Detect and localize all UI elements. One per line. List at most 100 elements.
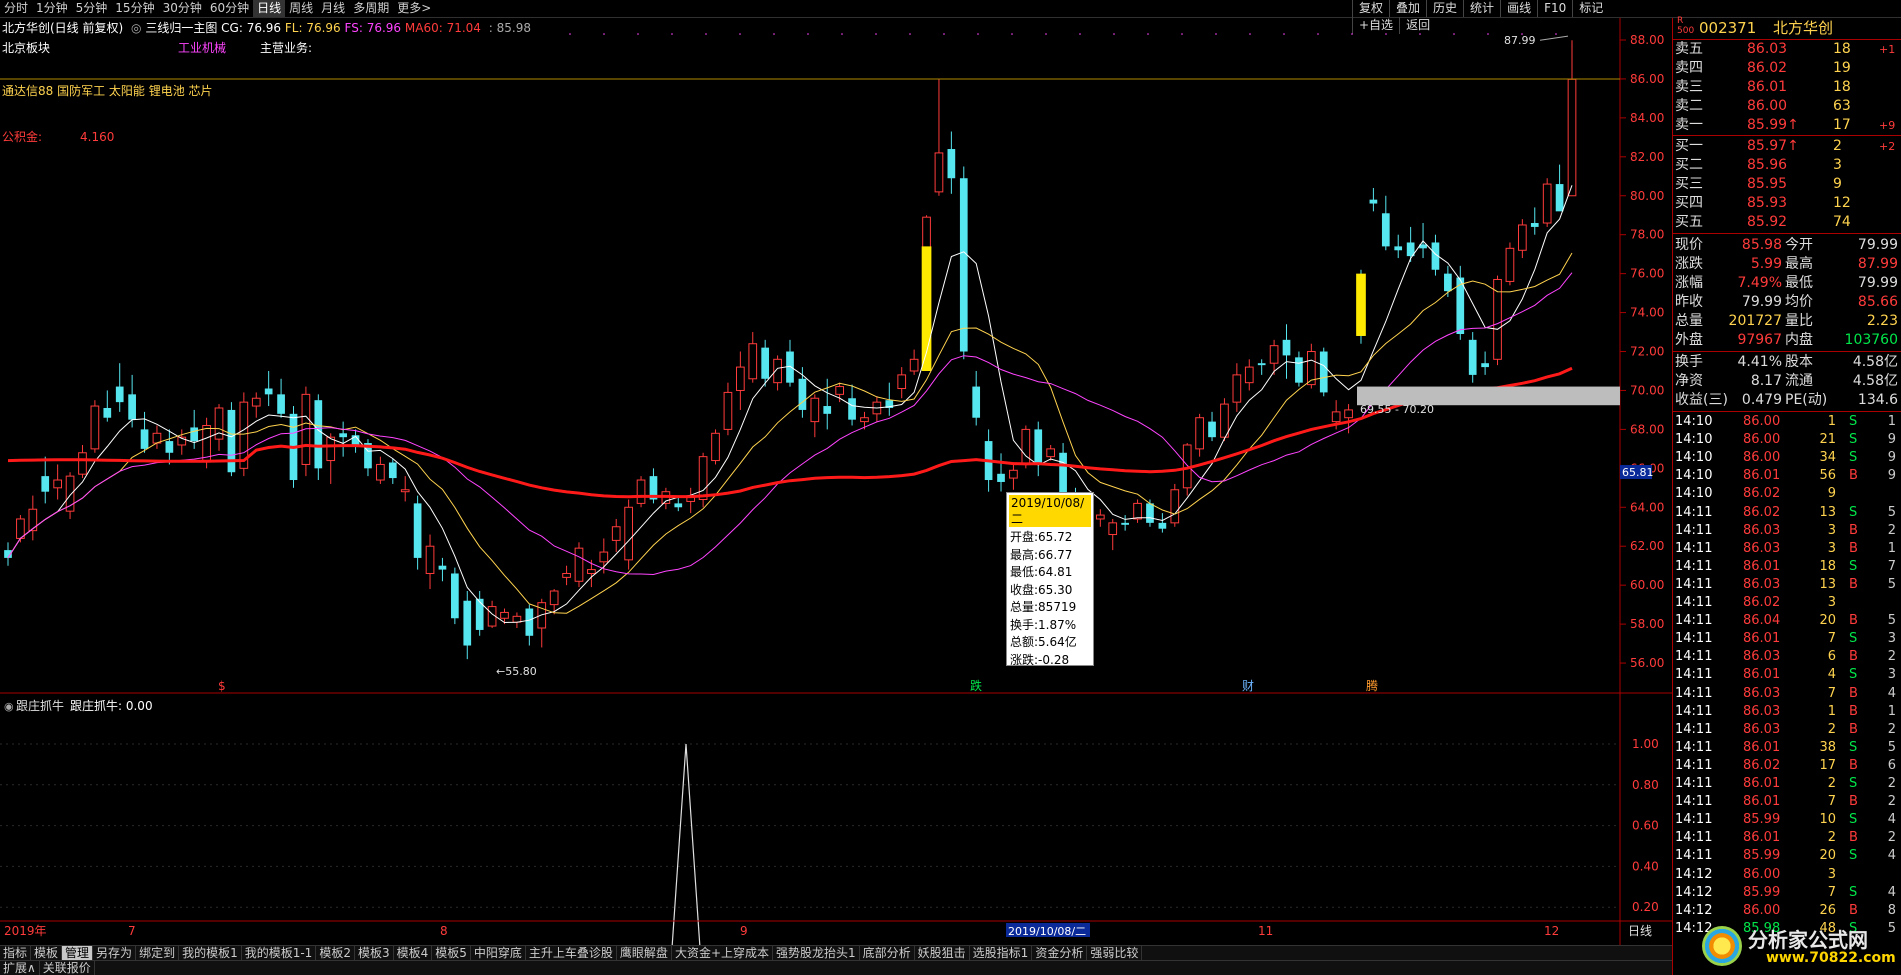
- timeframe-8[interactable]: 月线: [317, 0, 349, 17]
- tick-row: 14:11 86.02 13 S 5: [1673, 504, 1901, 522]
- tick-volume: 3: [1827, 540, 1836, 556]
- event-marker[interactable]: 跌: [970, 678, 982, 693]
- template-tab-20[interactable]: 强弱比较: [1087, 946, 1143, 960]
- template-tab-4[interactable]: 绑定到: [136, 946, 180, 960]
- price-tick-label: 60.00: [1630, 578, 1664, 592]
- candles: [4, 40, 1577, 660]
- template-tab-3[interactable]: 另存为: [93, 946, 137, 960]
- sub-collapse-icon[interactable]: ◉: [4, 700, 14, 713]
- template-tab-2[interactable]: 管理: [62, 946, 94, 960]
- sub-signal-line: [671, 743, 701, 945]
- stat-value: 79.99: [1857, 275, 1898, 291]
- logo-text: 分析家公式网: [1748, 928, 1868, 952]
- tick-side: B: [1849, 757, 1858, 773]
- candle-body: [686, 497, 696, 502]
- stat-label: 最低: [1785, 275, 1813, 291]
- tool-button-0[interactable]: 复权: [1352, 0, 1389, 17]
- candle-body: [264, 388, 273, 395]
- tick-side: B: [1849, 685, 1858, 701]
- tool-button-4[interactable]: 画线: [1500, 0, 1537, 17]
- marker-dot: [1079, 33, 1081, 35]
- status-tab-1[interactable]: 关联报价: [40, 961, 95, 975]
- ask-price: 86.03: [1747, 41, 1788, 57]
- marker-dot: [1385, 33, 1387, 35]
- timeframe-9[interactable]: 多周期: [349, 0, 393, 17]
- stat-label: 换手: [1675, 354, 1703, 370]
- template-tab-13[interactable]: 鹰眼解盘: [617, 946, 672, 960]
- timeframe-2[interactable]: 5分钟: [72, 0, 112, 17]
- marker-dot: [1351, 33, 1353, 35]
- candle-body: [251, 397, 261, 407]
- ask-label: 卖三: [1675, 79, 1703, 95]
- timeframe-6[interactable]: 日线: [253, 0, 286, 17]
- tool-button-2[interactable]: 历史: [1426, 0, 1463, 17]
- tick-volume: 18: [1819, 558, 1836, 574]
- tick-time: 14:11: [1675, 576, 1713, 592]
- template-tab-1[interactable]: 模板: [31, 946, 63, 960]
- candle-body: [599, 551, 609, 563]
- template-tab-10[interactable]: 模板5: [432, 946, 471, 960]
- tool-button-3[interactable]: 统计: [1463, 0, 1500, 17]
- template-tab-9[interactable]: 模板4: [394, 946, 433, 960]
- timeframe-5[interactable]: 60分钟: [206, 0, 253, 17]
- timeframe-7[interactable]: 周线: [285, 0, 317, 17]
- bid-label: 买三: [1675, 176, 1703, 192]
- template-tab-18[interactable]: 选股指标1: [970, 946, 1033, 960]
- tick-volume: 20: [1819, 613, 1836, 629]
- bid-volume: 9: [1833, 176, 1842, 192]
- timeframe-3[interactable]: 15分钟: [111, 0, 158, 17]
- template-tab-7[interactable]: 模板2: [316, 946, 355, 960]
- stat-label: 涨跌: [1675, 256, 1703, 272]
- template-tab-16[interactable]: 底部分析: [860, 946, 915, 960]
- timeframe-10[interactable]: 更多>: [393, 0, 435, 17]
- timeframe-4[interactable]: 30分钟: [159, 0, 206, 17]
- template-tab-12[interactable]: 主升上车叠诊股: [526, 946, 617, 960]
- ask-row: 卖四 86.02 19: [1673, 59, 1901, 78]
- template-tab-0[interactable]: 指标: [0, 946, 32, 960]
- tick-time: 14:11: [1675, 848, 1713, 864]
- candle-body: [972, 386, 981, 418]
- template-tab-15[interactable]: 强势股龙抬头1: [773, 946, 860, 960]
- marker-dot: [943, 33, 945, 35]
- template-tab-8[interactable]: 模板3: [355, 946, 394, 960]
- stat-label: 今开: [1785, 237, 1813, 253]
- tick-price: 86.03: [1743, 685, 1781, 701]
- tick-count: 4: [1887, 812, 1896, 828]
- date-tick-label: 12: [1544, 924, 1559, 938]
- candle-body: [1009, 469, 1018, 479]
- template-tab-6[interactable]: 我的模板1-1: [242, 946, 317, 960]
- timeframe-0[interactable]: 分时: [0, 0, 32, 17]
- candle-body: [525, 608, 534, 636]
- template-tab-17[interactable]: 妖股狙击: [915, 946, 970, 960]
- tick-volume: 13: [1819, 504, 1836, 520]
- period-label[interactable]: 日线: [1628, 924, 1652, 938]
- event-marker[interactable]: 财: [1242, 679, 1254, 693]
- template-tab-11[interactable]: 中阳穿底: [471, 946, 526, 960]
- tool-button-1[interactable]: 叠加: [1389, 0, 1426, 17]
- tick-time: 14:10: [1675, 450, 1713, 466]
- marker-dot: [603, 33, 605, 35]
- stat-row: 净资 8.17 流通 4.58亿: [1673, 372, 1901, 391]
- tick-price: 85.99: [1743, 848, 1781, 864]
- stat-value: 201727: [1728, 313, 1782, 329]
- tick-side: S: [1849, 667, 1858, 683]
- bid-label: 买五: [1675, 214, 1703, 230]
- bid-row: 买四 85.93 12: [1673, 194, 1901, 213]
- candle-body: [848, 398, 856, 420]
- template-tab-5[interactable]: 我的模板1: [179, 946, 242, 960]
- timeframe-1[interactable]: 1分钟: [32, 0, 72, 17]
- tick-time: 14:11: [1675, 794, 1713, 810]
- status-tab-0[interactable]: 扩展∧: [0, 961, 40, 975]
- template-tab-19[interactable]: 资金分析: [1032, 946, 1088, 960]
- tool-button-6[interactable]: 标记: [1572, 0, 1609, 17]
- event-marker[interactable]: $: [218, 679, 226, 693]
- sub-indicator-name[interactable]: 跟庄抓牛: [16, 698, 64, 713]
- price-tick-label: 62.00: [1630, 539, 1664, 553]
- tick-price: 86.00: [1743, 866, 1781, 882]
- tool-button-5[interactable]: F10: [1537, 0, 1572, 17]
- tick-row: 14:11 86.03 13 B 5: [1673, 576, 1901, 594]
- event-marker[interactable]: 腾: [1366, 678, 1378, 693]
- tick-row: 14:10 86.01 56 B 9: [1673, 467, 1901, 485]
- kline-chart[interactable]: 88.00 86.00 84.00 82.00 80.00 78.00 76.00 74.00…: [0, 18, 1672, 945]
- template-tab-14[interactable]: 大资金+上穿成本: [672, 946, 773, 960]
